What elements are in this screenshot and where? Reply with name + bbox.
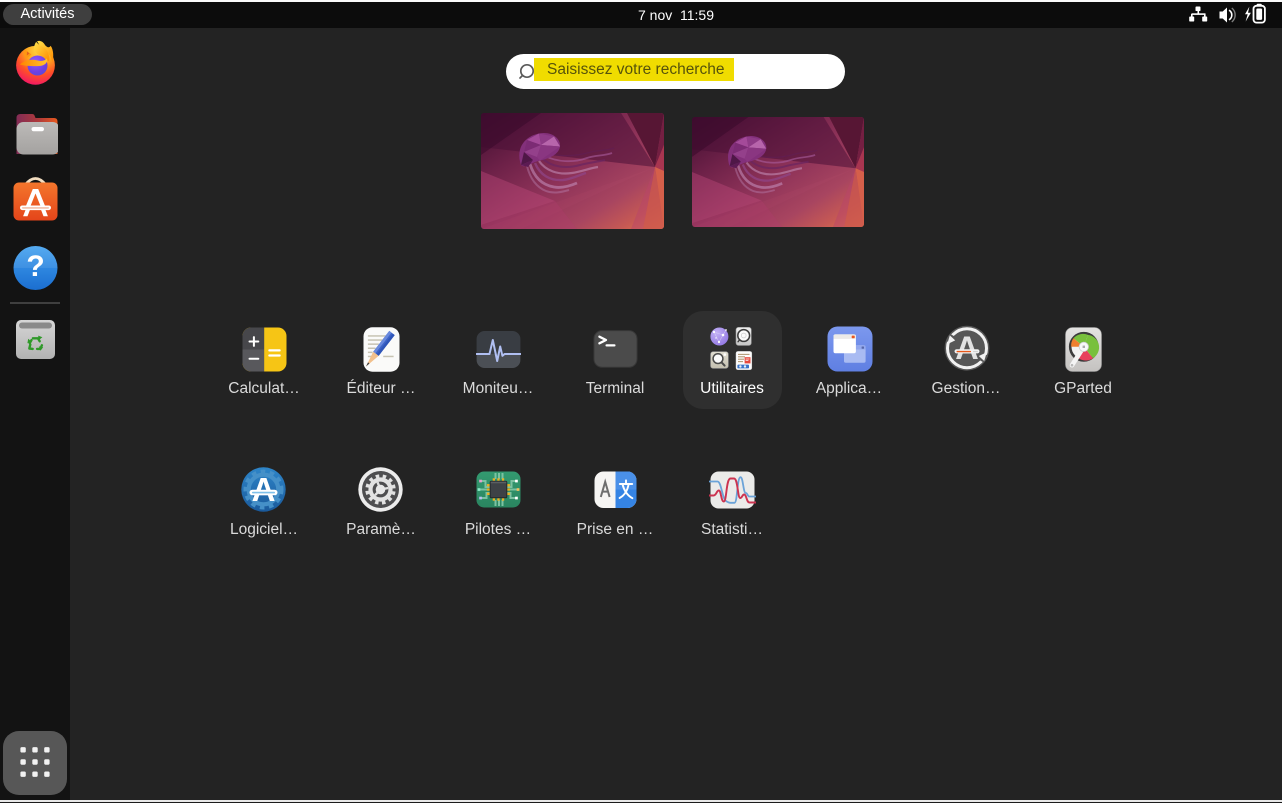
svg-text:A: A bbox=[252, 471, 276, 508]
svg-text:?: ? bbox=[26, 250, 44, 283]
svg-text:A: A bbox=[955, 330, 978, 366]
